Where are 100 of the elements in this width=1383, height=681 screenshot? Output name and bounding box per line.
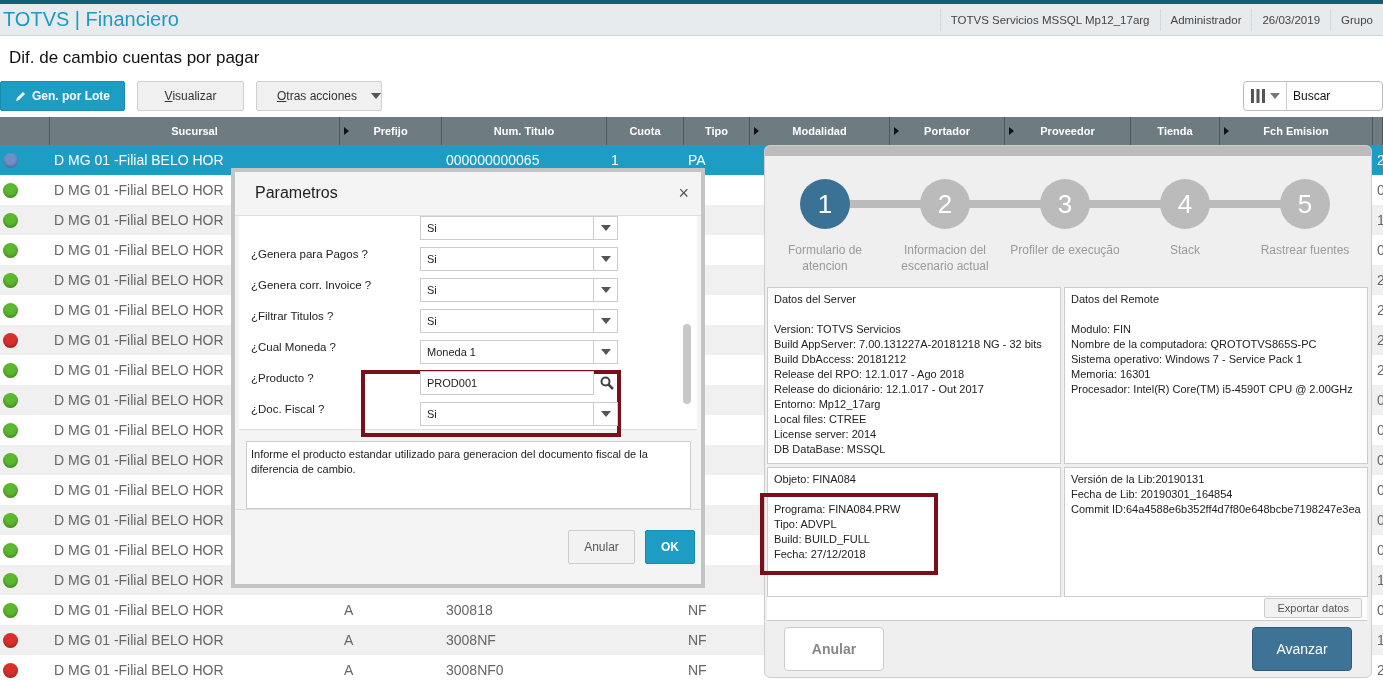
select-field[interactable]: Si (420, 278, 618, 303)
info-line: Version: TOTVS Servicios (774, 322, 902, 337)
info-line: Memoria: 16301 (1071, 367, 1152, 382)
app-title: TOTVS | Financiero (2, 8, 179, 31)
table-cell: A (344, 662, 354, 678)
table-cell: 1 (611, 152, 619, 168)
toolbar-button[interactable]: Visualizar (137, 81, 244, 111)
step-circle[interactable]: 1 (800, 179, 850, 229)
info-line: Build AppServer: 7.00.131227A-20181218 NG - 32 bits (774, 337, 1043, 352)
field-label: ¿Filtrar Titulos ? (251, 310, 334, 323)
header-info: TOTVS Servicios MSSQL Mp12_17arg (939, 8, 1160, 31)
caret-icon (1270, 93, 1280, 99)
close-button[interactable]: × (678, 182, 689, 204)
search-icon (600, 376, 614, 391)
table-cell: D MG 01 -Filial BELO HOR (54, 422, 224, 438)
panel-title: Datos del Server (774, 292, 857, 307)
info-line: Versión de la Lib:20190131 (1071, 472, 1206, 487)
pencil-icon (15, 90, 26, 102)
select-field[interactable]: Si (420, 247, 618, 272)
header-info: Grupo (1330, 8, 1383, 31)
table-cell: D MG 01 -Filial BELO HOR (54, 482, 224, 498)
table-cell: NF (688, 662, 707, 678)
toolbar-button[interactable]: Gen. por Lote (0, 81, 125, 111)
caret-icon (600, 318, 611, 325)
table-cell: D MG 01 -Filial BELO HOR (54, 542, 224, 558)
table-cell: 300818 (446, 602, 493, 618)
info-line: Nombre de la computadora: QROTOTVS865S-PC (1071, 337, 1318, 352)
field-label: ¿Doc. Fiscal ? (251, 403, 325, 416)
toolbar-button[interactable]: Otras acciones (256, 81, 382, 111)
table-cell: D MG 01 -Filial BELO HOR (54, 302, 224, 318)
info-line: Release do dicionário: 12.1.017 - Out 2017 (774, 382, 985, 397)
help-text: Informe el producto estandar utilizado para generacion del documento fiscal de la diferencia de cambio. (246, 441, 691, 509)
info-line: Programa: FINA084.PRW (774, 502, 902, 517)
select-field[interactable]: Si (420, 216, 618, 241)
info-line: Build: BUILD_FULL (774, 532, 871, 547)
dialog-button[interactable]: OK (645, 529, 695, 564)
table-cell: D MG 01 -Filial BELO HOR (54, 212, 224, 228)
caret-icon (371, 93, 381, 99)
table-cell: D MG 01 -Filial BELO HOR (54, 392, 224, 408)
table-cell: D MG 01 -Filial BELO HOR (54, 602, 224, 618)
caret-icon (600, 287, 611, 294)
expand-icon (1009, 127, 1014, 135)
table-cell: D MG 01 -Filial BELO HOR (54, 272, 224, 288)
field-label: ¿Genera para Pagos ? (251, 248, 368, 261)
dialog-title: Parametros (255, 184, 338, 203)
table-cell: D MG 01 -Filial BELO HOR (54, 512, 224, 528)
table-cell: D MG 01 -Filial BELO HOR (54, 452, 224, 468)
dialog-button[interactable]: Anular (568, 529, 635, 564)
table-cell: D MG 01 -Filial BELO HOR (54, 572, 224, 588)
caret-icon (600, 256, 611, 263)
table-cell: D MG 01 -Filial BELO HOR (54, 362, 224, 378)
field-label: ¿Cual Moneda ? (251, 341, 337, 354)
search-bar[interactable]: Buscar (1243, 81, 1383, 111)
table-cell: D MG 01 -Filial BELO HOR (54, 182, 224, 198)
export-button[interactable]: Exportar datos (1264, 598, 1362, 618)
info-line: Local files: CTREE (774, 412, 868, 427)
wizard-button[interactable]: Anular (784, 627, 884, 671)
info-line: DB DataBase: MSSQL (774, 442, 887, 457)
step-label: Profiler de execução (1009, 242, 1121, 258)
step-label: Stack (1169, 242, 1201, 258)
table-cell: A (344, 602, 354, 618)
panel-title: Datos del Remote (1071, 292, 1161, 307)
table-cell: D MG 01 -Filial BELO HOR (54, 632, 224, 648)
table-cell: D MG 01 -Filial BELO HOR (54, 332, 224, 348)
table-cell: 3008NF0 (446, 662, 504, 678)
table-cell: A (344, 632, 354, 648)
info-line: Commit ID:64a4588e6b352ff4d7f80e648bcbe7198247e3ea (1071, 502, 1361, 517)
info-line: Fecha: 27/12/2018 (774, 547, 867, 562)
table-cell: D MG 01 -Filial BELO HOR (54, 242, 224, 258)
product-field[interactable]: PROD001 (420, 371, 594, 396)
expand-icon (344, 127, 349, 135)
page-title: Dif. de cambio cuentas por pagar (8, 47, 261, 69)
expand-icon (754, 127, 759, 135)
panel-title: Objeto: FINA084 (774, 472, 857, 487)
table-cell: 000000000065 (446, 152, 540, 168)
header-info: Administrador (1159, 8, 1252, 31)
step-label: Rastrear fuentes (1259, 242, 1351, 258)
table-cell: 3008NF (446, 632, 496, 648)
table-cell: NF (688, 632, 707, 648)
info-line: Tipo: ADVPL (774, 517, 838, 532)
table-cell: PA (688, 152, 706, 168)
info-line: Release del RPO: 12.1.017 - Ago 2018 (774, 367, 966, 382)
expand-icon (1224, 127, 1229, 135)
field-label: ¿Producto ? (251, 372, 314, 385)
select-field[interactable]: Moneda 1 (420, 340, 618, 365)
step-label: Formulario de atencion (787, 242, 863, 274)
info-line: Sistema operativo: Windows 7 - Service Pack 1 (1071, 352, 1304, 367)
info-line: Fecha de Lib: 20190301_164854 (1071, 487, 1234, 502)
table-cell: D MG 01 -Filial BELO HOR (54, 662, 224, 678)
columns-icon (1250, 89, 1266, 103)
info-line: Build DbAccess: 20181212 (774, 352, 908, 367)
field-label: ¿Genera corr. Invoice ? (251, 279, 372, 292)
select-field[interactable]: Si (420, 402, 618, 427)
wizard-button[interactable]: Avanzar (1252, 627, 1352, 671)
info-line: Procesador: Intel(R) Core(TM) i5-4590T CPU @ 2.00GHz (1071, 382, 1354, 397)
info-line: Modulo: FIN (1071, 322, 1132, 337)
table-cell: NF (688, 602, 707, 618)
caret-icon (600, 411, 611, 418)
header-info: 26/03/2019 (1251, 8, 1331, 31)
select-field[interactable]: Si (420, 309, 618, 334)
